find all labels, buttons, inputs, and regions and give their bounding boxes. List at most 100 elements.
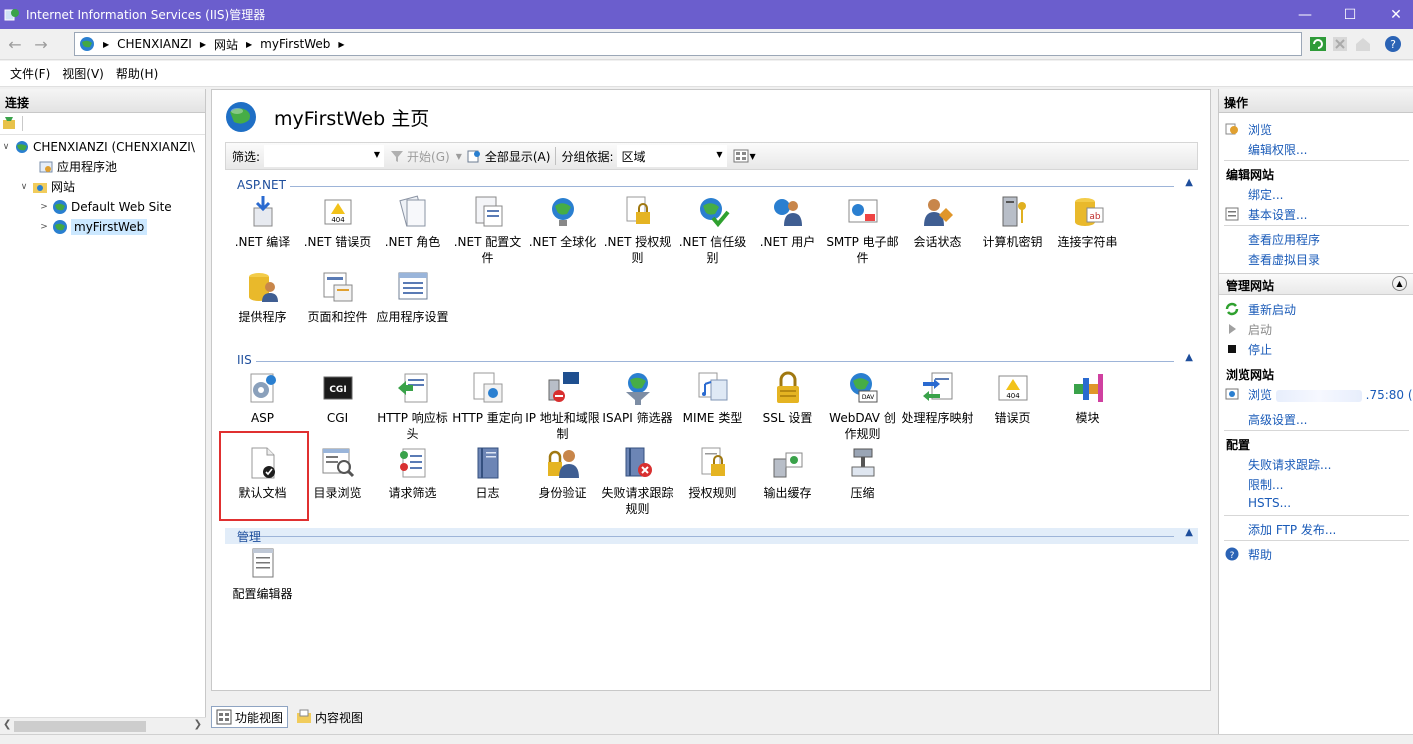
group-by-select[interactable]: 区域 ▼	[616, 145, 727, 167]
feature-ip-domain-restrictions[interactable]: IP 地址和域限制	[525, 370, 600, 442]
home-icon[interactable]	[1354, 35, 1372, 53]
action-browse-site[interactable]: 浏览 .75:80 (http)	[1248, 386, 1413, 403]
collapse-icon[interactable]: ▲	[1185, 352, 1193, 363]
tab-features-view[interactable]: 功能视图	[211, 706, 289, 728]
minimize-button[interactable]: —	[1282, 0, 1328, 29]
tree-expander[interactable]: ∨	[0, 142, 12, 152]
tree-node-sites[interactable]: ∨ 网站	[18, 177, 75, 196]
chevron-down-icon[interactable]: ▼	[374, 150, 380, 159]
feature-handler-mappings[interactable]: 处理程序映射	[900, 370, 975, 426]
feature-request-filtering[interactable]: 请求筛选	[375, 445, 450, 501]
scroll-right-arrow[interactable]: ❯	[194, 719, 202, 730]
breadcrumb-server[interactable]: CHENXIANZI	[117, 37, 192, 51]
action-view-virtual-directories[interactable]: 查看虚拟目录	[1248, 251, 1320, 268]
tree-expander[interactable]: ∨	[18, 182, 30, 192]
feature-output-caching[interactable]: 输出缓存	[750, 445, 825, 501]
feature-dotnet-error-pages[interactable]: 404 .NET 错误页	[300, 194, 375, 250]
manage-site-header[interactable]: 管理网站 ▲	[1219, 273, 1413, 295]
feature-smtp-email[interactable]: SMTP 电子邮件	[825, 194, 900, 266]
start-button[interactable]: 开始(G) ▼	[390, 148, 462, 165]
view-mode-button[interactable]: ▼	[733, 149, 756, 163]
action-stop[interactable]: 停止	[1248, 341, 1272, 358]
connect-icon[interactable]	[2, 116, 16, 130]
feature-isapi-filters[interactable]: ISAPI 筛选器	[600, 370, 675, 426]
feature-session-state[interactable]: 会话状态	[900, 194, 975, 250]
menu-help[interactable]: 帮助(H)	[116, 65, 158, 82]
action-advanced-settings[interactable]: 高级设置...	[1248, 411, 1307, 428]
chevron-down-icon[interactable]: ▼	[716, 150, 722, 159]
section-header[interactable]: 管理 ▲	[225, 527, 1198, 544]
action-edit-permissions[interactable]: 编辑权限...	[1248, 141, 1307, 158]
feature-config-editor[interactable]: 配置编辑器	[225, 546, 300, 602]
feature-ssl-settings[interactable]: SSL 设置	[750, 370, 825, 426]
breadcrumb[interactable]: ▶ CHENXIANZI ▶ 网站 ▶ myFirstWeb ▶	[74, 32, 1302, 56]
breadcrumb-site[interactable]: myFirstWeb	[260, 37, 330, 51]
action-start[interactable]: 启动	[1248, 321, 1272, 338]
feature-error-pages[interactable]: 404 错误页	[975, 370, 1050, 426]
feature-pages-controls[interactable]: 页面和控件	[300, 269, 375, 325]
section-header[interactable]: ASP.NET ▲	[225, 177, 1198, 194]
feature-directory-browsing[interactable]: 目录浏览	[300, 445, 375, 501]
tab-content-view[interactable]: 内容视图	[292, 706, 367, 728]
collapse-icon[interactable]: ▲	[1185, 527, 1193, 538]
collapse-icon[interactable]: ▲	[1185, 177, 1193, 188]
action-hsts[interactable]: HSTS...	[1248, 496, 1291, 510]
feature-dotnet-roles[interactable]: .NET 角色	[375, 194, 450, 250]
feature-mime-types[interactable]: MIME 类型	[675, 370, 750, 426]
feature-http-response-headers[interactable]: HTTP 响应标头	[375, 370, 450, 442]
tree-expander[interactable]: >	[38, 202, 50, 212]
action-failed-request-tracing[interactable]: 失败请求跟踪...	[1248, 456, 1331, 473]
tree-node-server[interactable]: ∨ CHENXIANZI (CHENXIANZI\	[0, 137, 195, 156]
feature-asp[interactable]: ASP	[225, 370, 300, 426]
feature-dotnet-compile[interactable]: .NET 编译	[225, 194, 300, 250]
feature-failed-request-tracing[interactable]: 失败请求跟踪规则	[600, 445, 675, 517]
feature-dotnet-trust-levels[interactable]: .NET 信任级别	[675, 194, 750, 266]
tree-node-default-web-site[interactable]: > Default Web Site	[38, 197, 172, 216]
chevron-down-icon[interactable]: ▼	[750, 152, 756, 161]
close-button[interactable]: ✕	[1373, 0, 1413, 29]
back-button[interactable]: ←	[4, 34, 26, 54]
section-header[interactable]: IIS ▲	[225, 352, 1198, 369]
action-browse[interactable]: 浏览	[1248, 121, 1272, 138]
feature-authorization-rules[interactable]: 授权规则	[675, 445, 750, 501]
tree-expander[interactable]: >	[38, 222, 50, 232]
tree-node-app-pools[interactable]: 应用程序池	[24, 157, 117, 176]
feature-dotnet-authorization[interactable]: .NET 授权规则	[600, 194, 675, 266]
horizontal-scrollbar[interactable]: ❮ ❯	[0, 717, 206, 734]
refresh-icon[interactable]	[1309, 35, 1327, 53]
action-bindings[interactable]: 绑定...	[1248, 186, 1283, 203]
filter-input[interactable]: ▼	[264, 145, 385, 167]
help-icon[interactable]: ?	[1384, 35, 1402, 53]
action-add-ftp-publishing[interactable]: 添加 FTP 发布...	[1248, 521, 1336, 538]
action-view-applications[interactable]: 查看应用程序	[1248, 231, 1320, 248]
maximize-button[interactable]: ☐	[1327, 0, 1373, 29]
menu-view[interactable]: 视图(V)	[62, 65, 104, 82]
feature-dotnet-globalization[interactable]: .NET 全球化	[525, 194, 600, 250]
feature-providers[interactable]: 提供程序	[225, 269, 300, 325]
feature-cgi[interactable]: CGI CGI	[300, 370, 375, 426]
feature-connection-strings[interactable]: ab 连接字符串	[1050, 194, 1125, 250]
scroll-left-arrow[interactable]: ❮	[3, 719, 11, 730]
forward-button[interactable]: →	[30, 34, 52, 54]
collapse-icon[interactable]: ▲	[1392, 276, 1407, 291]
action-limits[interactable]: 限制...	[1248, 476, 1283, 493]
feature-machine-key[interactable]: 计算机密钥	[975, 194, 1050, 250]
stop-icon[interactable]	[1331, 35, 1349, 53]
action-restart[interactable]: 重新启动	[1248, 301, 1296, 318]
feature-compression[interactable]: 压缩	[825, 445, 900, 501]
feature-modules[interactable]: 模块	[1050, 370, 1125, 426]
feature-app-settings[interactable]: 应用程序设置	[375, 269, 450, 325]
feature-http-redirect[interactable]: HTTP 重定向	[450, 370, 525, 426]
feature-authentication[interactable]: 身份验证	[525, 445, 600, 501]
tree-node-myfirstweb[interactable]: > myFirstWeb	[38, 217, 148, 236]
menu-file[interactable]: 文件(F)	[10, 65, 50, 82]
feature-dotnet-profile[interactable]: .NET 配置文件	[450, 194, 525, 266]
feature-logging[interactable]: 日志	[450, 445, 525, 501]
scrollbar-thumb[interactable]	[14, 721, 146, 732]
action-help[interactable]: 帮助	[1248, 546, 1272, 563]
breadcrumb-sites[interactable]: 网站	[214, 36, 238, 53]
feature-webdav-authoring-rules[interactable]: DAV WebDAV 创作规则	[825, 370, 900, 442]
show-all-button[interactable]: 全部显示(A)	[466, 148, 550, 165]
chevron-down-icon[interactable]: ▼	[456, 152, 462, 161]
feature-dotnet-users[interactable]: .NET 用户	[750, 194, 825, 250]
